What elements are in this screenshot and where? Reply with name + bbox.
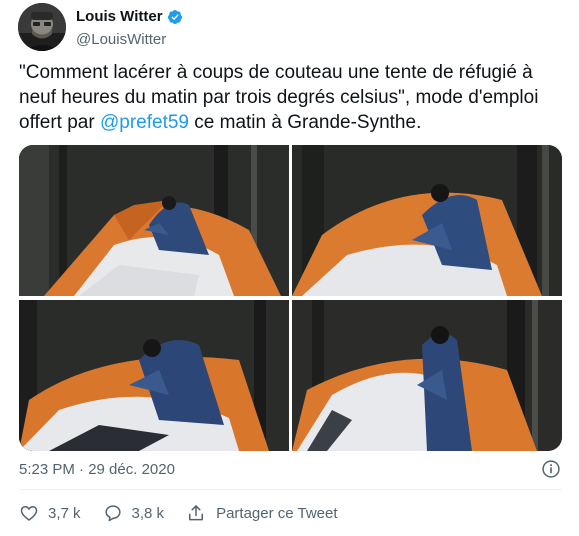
- avatar[interactable]: [18, 3, 66, 51]
- author-name[interactable]: Louis Witter: [76, 8, 163, 25]
- tweet-card: Louis Witter @LouisWitter "Comment lacér…: [0, 0, 580, 536]
- like-count: 3,7 k: [48, 504, 81, 522]
- photo-2[interactable]: [292, 145, 562, 296]
- author-name-row[interactable]: Louis Witter: [76, 8, 183, 25]
- photo-1[interactable]: [19, 145, 289, 296]
- action-bar: 3,7 k 3,8 k Partager ce Tweet: [19, 502, 360, 524]
- reply-count: 3,8 k: [131, 504, 165, 522]
- share-button[interactable]: Partager ce Tweet: [186, 503, 338, 523]
- media-grid: [19, 145, 562, 451]
- tweet-timestamp[interactable]: 5:23 PM · 29 déc. 2020: [19, 461, 175, 478]
- reply-button[interactable]: 3,8 k: [103, 503, 165, 523]
- tweet-text: "Comment lacérer à coups de couteau une …: [19, 60, 564, 135]
- share-label: Partager ce Tweet: [216, 504, 338, 522]
- heart-icon: [20, 506, 38, 521]
- author-block: Louis Witter @LouisWitter: [76, 8, 183, 48]
- speech-bubble-icon: [104, 505, 121, 522]
- tweet-text-part2: ce matin à Grande-Synthe.: [189, 112, 422, 133]
- divider: [19, 489, 562, 490]
- mention-link[interactable]: @prefet59: [100, 112, 189, 133]
- verified-badge-icon: [167, 9, 182, 24]
- share-icon: [189, 505, 204, 521]
- photo-4[interactable]: [292, 300, 562, 451]
- info-icon[interactable]: [541, 459, 561, 479]
- author-handle[interactable]: @LouisWitter: [76, 31, 183, 48]
- like-button[interactable]: 3,7 k: [19, 503, 81, 523]
- photo-3[interactable]: [19, 300, 289, 451]
